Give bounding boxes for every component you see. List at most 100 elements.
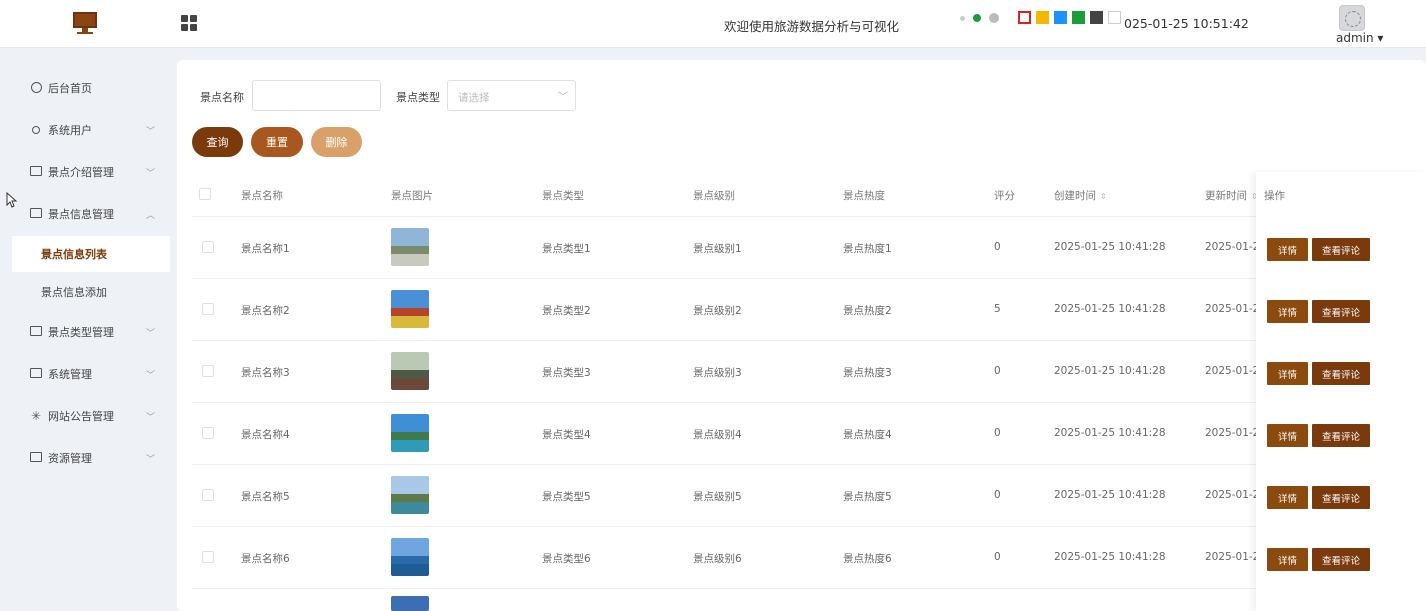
view-comments-button[interactable]: 查看评论 [1312, 424, 1370, 447]
column-header-label: 更新时间 [1205, 190, 1247, 202]
detail-button[interactable]: 详情 [1267, 362, 1308, 385]
column-header-updated-sortable[interactable]: 更新时间 ⇕ [1205, 188, 1258, 203]
chevron-down-icon: ﹀ [146, 412, 156, 423]
chevron-down-icon: ﹀ [146, 168, 156, 179]
sidebar-item-announcements[interactable]: ✳ 网站公告管理 ﹀ [0, 396, 170, 436]
delete-button[interactable]: 删除 [311, 127, 362, 157]
chevron-down-icon: ﹀ [146, 454, 156, 465]
sidebar-item-system-users[interactable]: 系统用户 ﹀ [0, 110, 170, 150]
spot-name-input[interactable] [252, 80, 381, 111]
reset-button[interactable]: 重置 [251, 127, 303, 157]
theme-swatch-red[interactable] [1018, 11, 1031, 24]
cell-score: 0 [994, 551, 1001, 563]
cell-name: 景点名称4 [241, 429, 290, 441]
spot-type-select[interactable]: 请选择 ﹀ [447, 80, 576, 111]
sidebar-item-type-management[interactable]: 景点类型管理 ﹀ [0, 312, 170, 352]
cell-created: 2025-01-25 10:41:28 [1054, 241, 1166, 253]
cell-created: 2025-01-25 10:41:28 [1054, 365, 1166, 377]
theme-color-picker [1018, 11, 1121, 24]
chevron-down-icon: ﹀ [146, 370, 156, 381]
select-all-checkbox[interactable] [199, 188, 211, 200]
sidebar-subitem-label: 景点信息列表 [41, 248, 107, 261]
avatar[interactable] [1339, 5, 1365, 31]
theme-swatch-blue[interactable] [1054, 11, 1067, 24]
theme-swatch-yellow[interactable] [1036, 11, 1049, 24]
status-dots [960, 13, 999, 23]
detail-button[interactable]: 详情 [1267, 486, 1308, 509]
cell-level: 景点级别6 [693, 553, 742, 565]
printer-icon [30, 452, 42, 464]
row-checkbox[interactable] [202, 489, 214, 501]
chevron-down-icon: ﹀ [558, 92, 568, 103]
cell-score: 0 [994, 427, 1001, 439]
card-icon [30, 208, 42, 220]
view-comments-button[interactable]: 查看评论 [1312, 362, 1370, 385]
sidebar-item-label: 资源管理 [48, 452, 92, 465]
sidebar-subitem-label: 景点信息添加 [41, 286, 107, 299]
detail-button[interactable]: 详情 [1267, 548, 1308, 571]
sidebar-item-label: 系统管理 [48, 368, 92, 381]
view-comments-button[interactable]: 查看评论 [1312, 238, 1370, 261]
user-menu-dropdown[interactable]: admin ▾ [1336, 31, 1383, 45]
cell-type: 景点类型1 [542, 243, 591, 255]
spot-thumbnail[interactable] [391, 476, 429, 514]
column-header: 景点图片 [391, 190, 433, 202]
theme-swatch-white[interactable] [1108, 11, 1121, 24]
spot-thumbnail[interactable] [391, 538, 429, 576]
cell-name: 景点名称5 [241, 491, 290, 503]
header-divider [192, 216, 1406, 217]
chevron-down-icon: ﹀ [146, 328, 156, 339]
folder-icon [30, 368, 42, 380]
cell-level: 景点级别1 [693, 243, 742, 255]
sidebar-subitem-info-add[interactable]: 景点信息添加 [12, 274, 170, 310]
search-button[interactable]: 查询 [192, 127, 243, 157]
sidebar-item-label: 系统用户 [48, 124, 92, 137]
cell-type: 景点类型5 [542, 491, 591, 503]
theme-swatch-dark[interactable] [1090, 11, 1103, 24]
cell-level: 景点级别4 [693, 429, 742, 441]
column-header-label: 创建时间 [1054, 190, 1096, 202]
detail-button[interactable]: 详情 [1267, 300, 1308, 323]
column-header: 操作 [1264, 190, 1285, 202]
view-comments-button[interactable]: 查看评论 [1312, 300, 1370, 323]
detail-button[interactable]: 详情 [1267, 424, 1308, 447]
apps-grid-icon[interactable] [181, 15, 197, 31]
column-header-created-sortable[interactable]: 创建时间 ⇕ [1054, 188, 1107, 203]
view-comments-button[interactable]: 查看评论 [1312, 486, 1370, 509]
monitor-logo-icon [72, 12, 98, 36]
row-divider [192, 402, 1406, 403]
row-checkbox[interactable] [202, 241, 214, 253]
row-divider [192, 526, 1406, 527]
sidebar-item-dashboard[interactable]: 后台首页 [0, 68, 170, 108]
row-checkbox[interactable] [202, 551, 214, 563]
column-header: 景点热度 [843, 190, 885, 202]
detail-button[interactable]: 详情 [1267, 238, 1308, 261]
cell-type: 景点类型2 [542, 305, 591, 317]
top-header: 欢迎使用旅游数据分析与可视化 025-01-25 10:51:42 admin … [0, 0, 1426, 48]
cell-heat: 景点热度4 [843, 429, 892, 441]
spot-thumbnail[interactable] [391, 414, 429, 452]
cell-score: 0 [994, 241, 1001, 253]
sidebar-item-info-management[interactable]: 景点信息管理 ︿ [0, 194, 170, 234]
cell-type: 景点类型6 [542, 553, 591, 565]
spot-thumbnail[interactable] [391, 290, 429, 328]
row-checkbox[interactable] [202, 427, 214, 439]
spot-thumbnail[interactable] [391, 352, 429, 390]
sidebar-subitem-info-list[interactable]: 景点信息列表 [12, 236, 170, 272]
cell-heat: 景点热度6 [843, 553, 892, 565]
sidebar-item-resources[interactable]: 资源管理 ﹀ [0, 438, 170, 478]
view-comments-button[interactable]: 查看评论 [1312, 548, 1370, 571]
sidebar-item-system-management[interactable]: 系统管理 ﹀ [0, 354, 170, 394]
row-divider [192, 588, 1406, 589]
row-checkbox[interactable] [202, 365, 214, 377]
status-dot [973, 14, 981, 22]
column-header: 景点名称 [241, 190, 283, 202]
sidebar-item-intro-management[interactable]: 景点介绍管理 ﹀ [0, 152, 170, 192]
theme-swatch-green[interactable] [1072, 11, 1085, 24]
row-divider [192, 278, 1406, 279]
cell-level: 景点级别3 [693, 367, 742, 379]
cell-name: 景点名称2 [241, 305, 290, 317]
cell-created: 2025-01-25 10:41:28 [1054, 551, 1166, 563]
row-checkbox[interactable] [202, 303, 214, 315]
spot-thumbnail[interactable] [391, 228, 429, 266]
